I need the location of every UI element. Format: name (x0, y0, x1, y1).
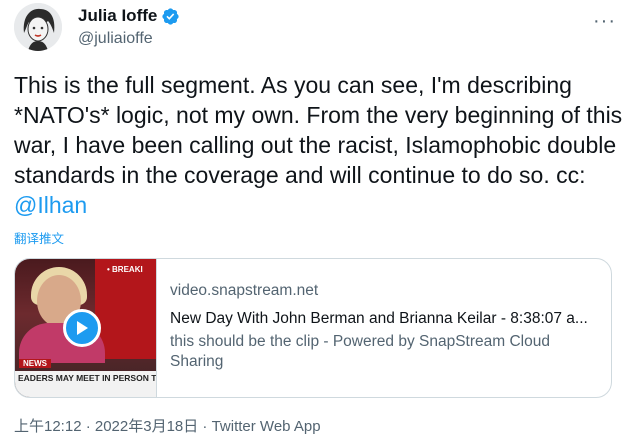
card-domain: video.snapstream.net (170, 282, 319, 299)
author-avatar[interactable] (14, 3, 62, 51)
tweet-timestamp[interactable]: 上午12:12 · 2022年3月18日 · Twitter Web App (14, 415, 321, 436)
thumbnail-breaking-tag: • BREAKI (107, 265, 143, 274)
play-button-icon[interactable] (63, 309, 101, 347)
author-handle[interactable]: @juliaioffe (78, 30, 153, 48)
verified-badge-icon (161, 7, 180, 26)
card-body: video.snapstream.net New Day With John B… (157, 259, 611, 397)
thumbnail-red-panel (95, 259, 156, 359)
card-description: this should be the clip - Powered by Sna… (170, 333, 550, 370)
thumbnail-news-tag: NEWS (19, 359, 51, 368)
avatar-icon (14, 3, 62, 51)
card-title[interactable]: New Day With John Berman and Brianna Kei… (170, 309, 599, 329)
tweet-text: This is the full segment. As you can see… (14, 70, 630, 220)
tweet-body: This is the full segment. As you can see… (14, 72, 623, 188)
author-name[interactable]: Julia Ioffe (78, 6, 157, 26)
thumbnail-ticker: EADERS MAY MEET IN PERSON TO ADDRESS RUS… (15, 371, 156, 397)
link-preview-card[interactable]: • BREAKI NEWS EADERS MAY MEET IN PERSON … (14, 258, 612, 398)
author-name-row: Julia Ioffe (78, 6, 180, 26)
video-thumbnail[interactable]: • BREAKI NEWS EADERS MAY MEET IN PERSON … (15, 259, 157, 397)
more-options-icon[interactable]: ··· (593, 10, 616, 33)
mention-link[interactable]: @Ilhan (14, 192, 87, 218)
translate-tweet-link[interactable]: 翻译推文 (14, 228, 64, 247)
